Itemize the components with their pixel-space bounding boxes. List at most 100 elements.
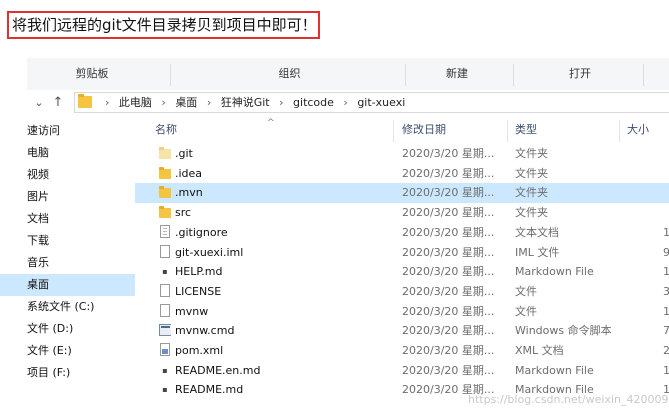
file-row[interactable]: mvnw 2020/3/20 星期... 文件 10 <box>135 302 669 322</box>
folder-icon <box>159 206 171 219</box>
recent-locations-chevron-icon[interactable]: ⌄ <box>32 90 46 116</box>
markdown-icon: ▪ <box>162 365 168 375</box>
sidebar-item[interactable]: 项目 (F:) <box>0 362 135 384</box>
file-icon-cell: ▪ <box>157 361 171 381</box>
file-size <box>663 203 669 223</box>
file-name: .mvn <box>175 186 203 200</box>
file-size: 35 <box>663 284 669 298</box>
file-type: 文件夹 <box>515 147 548 160</box>
sidebar-item[interactable]: 桌面 <box>0 274 135 296</box>
file-type: 文件夹 <box>515 166 548 180</box>
file-name: README.en.md <box>175 363 261 377</box>
sidebar-item[interactable]: 文件 (E:) <box>0 340 135 362</box>
file-icon-cell <box>157 282 171 302</box>
sidebar-item[interactable]: 音乐 <box>0 252 135 274</box>
folder-light-icon <box>159 147 171 159</box>
text-file-icon <box>160 224 170 238</box>
file-icon-cell <box>157 223 171 243</box>
file-size: 2 <box>663 344 669 357</box>
ribbon-group-open[interactable]: 打开 <box>525 58 635 90</box>
sidebar-item[interactable]: 文件 (D:) <box>0 318 135 340</box>
file-type: Markdown File <box>515 265 594 279</box>
sidebar-item[interactable]: 电脑 <box>0 142 135 164</box>
file-name: mvnw <box>175 304 209 318</box>
breadcrumb-item[interactable]: 桌面 <box>175 96 197 109</box>
chevron-right-icon: › <box>279 96 284 109</box>
file-icon-cell: ▪ <box>157 262 171 282</box>
file-modified-date: 2020/3/20 星期... <box>402 265 495 279</box>
file-type: 文件 <box>515 284 537 298</box>
file-modified-date: 2020/3/20 星期... <box>402 147 495 160</box>
sidebar-item[interactable]: 下载 <box>0 230 135 252</box>
file-icon-cell <box>157 203 171 223</box>
ribbon-group-organize[interactable]: 组织 <box>177 58 402 90</box>
file-name: git-xuexi.iml <box>175 245 244 259</box>
column-divider[interactable] <box>507 120 508 142</box>
file-row[interactable]: ▪ HELP.md 2020/3/20 星期... Markdown File 1 <box>135 262 669 282</box>
file-row[interactable]: git-xuexi.iml 2020/3/20 星期... IML 文件 9 <box>135 243 669 263</box>
sidebar-item[interactable]: 系统文件 (C:) <box>0 296 135 318</box>
file-modified-date: 2020/3/20 星期... <box>402 284 495 298</box>
file-size <box>663 164 669 184</box>
file-modified-date: 2020/3/20 星期... <box>402 304 495 318</box>
file-row[interactable]: ▪ README.en.md 2020/3/20 星期... Markdown Fil… <box>135 361 669 381</box>
file-row[interactable]: .gitignore 2020/3/20 星期... 文本文档 1 <box>135 223 669 243</box>
ribbon-divider <box>513 64 514 86</box>
sidebar-item[interactable]: 速访问 <box>0 120 135 142</box>
file-type: 文件 <box>515 304 537 318</box>
ribbon-divider <box>643 64 644 86</box>
file-modified-date: 2020/3/20 星期... <box>402 324 495 338</box>
file-size <box>663 183 669 203</box>
file-name: src <box>175 206 192 220</box>
file-icon-cell <box>157 341 171 361</box>
file-modified-date: 2020/3/20 星期... <box>402 225 495 239</box>
file-row[interactable]: src 2020/3/20 星期... 文件夹 <box>135 203 669 223</box>
sidebar-item[interactable]: 视频 <box>0 164 135 186</box>
file-row[interactable]: LICENSE 2020/3/20 星期... 文件 35 <box>135 282 669 302</box>
column-date-header[interactable]: 修改日期 <box>402 116 502 144</box>
address-row: ⌄ ↑ › 此电脑 › 桌面 › 狂神说Git › gitcode › git-… <box>0 90 669 116</box>
breadcrumb-item[interactable]: gitcode <box>293 96 334 109</box>
column-type-header[interactable]: 类型 <box>515 116 615 144</box>
breadcrumb-item[interactable]: 狂神说Git <box>221 96 270 109</box>
column-divider[interactable] <box>393 120 394 142</box>
file-row[interactable]: .idea 2020/3/20 星期... 文件夹 <box>135 164 669 184</box>
file-row[interactable]: .mvn 2020/3/20 星期... 文件夹 <box>135 183 669 204</box>
watermark-text: https://blog.csdn.net/weixin_42000999 <box>468 393 669 406</box>
file-size: 10 <box>663 304 669 318</box>
file-type: IML 文件 <box>515 245 560 259</box>
breadcrumb: › 此电脑 › 桌面 › 狂神说Git › gitcode › git-xuex… <box>99 93 405 112</box>
xml-icon <box>160 343 170 356</box>
file-name: pom.xml <box>175 344 224 357</box>
column-name-header[interactable]: 名称 <box>155 116 355 144</box>
column-size-header[interactable]: 大小 <box>627 116 667 144</box>
file-type: Windows 命令脚本 <box>515 324 612 338</box>
sidebar-item[interactable]: 图片 <box>0 186 135 208</box>
ribbon-group-new[interactable]: 新建 <box>407 58 507 90</box>
file-modified-date: 2020/3/20 星期... <box>402 186 495 200</box>
chevron-right-icon: › <box>105 96 110 109</box>
file-row[interactable]: .git 2020/3/20 星期... 文件夹 <box>135 144 669 164</box>
address-bar[interactable]: › 此电脑 › 桌面 › 狂神说Git › gitcode › git-xuex… <box>74 92 669 113</box>
file-icon <box>160 303 170 317</box>
ribbon-divider <box>170 64 171 86</box>
file-name: .idea <box>175 166 203 180</box>
file-modified-date: 2020/3/20 星期... <box>402 363 495 377</box>
file-row[interactable]: mvnw.cmd 2020/3/20 星期... Windows 命令脚本 7 <box>135 321 669 341</box>
file-name: .gitignore <box>175 225 228 239</box>
markdown-icon: ▪ <box>162 267 168 277</box>
file-row[interactable]: pom.xml 2020/3/20 星期... XML 文档 2 <box>135 341 669 361</box>
ribbon-group-clipboard[interactable]: 剪贴板 <box>27 58 157 90</box>
file-modified-date: 2020/3/20 星期... <box>402 344 495 357</box>
breadcrumb-item[interactable]: 此电脑 <box>119 96 152 109</box>
up-arrow-icon[interactable]: ↑ <box>50 90 66 116</box>
file-size: 7 <box>663 324 669 338</box>
sidebar-item[interactable]: 文档 <box>0 208 135 230</box>
breadcrumb-item[interactable]: git-xuexi <box>357 96 405 109</box>
column-divider[interactable] <box>619 120 620 142</box>
folder-icon <box>159 166 171 179</box>
file-modified-date: 2020/3/20 星期... <box>402 166 495 180</box>
file-icon-cell <box>157 164 171 184</box>
ribbon-divider <box>405 64 406 86</box>
file-name: .git <box>175 147 193 160</box>
